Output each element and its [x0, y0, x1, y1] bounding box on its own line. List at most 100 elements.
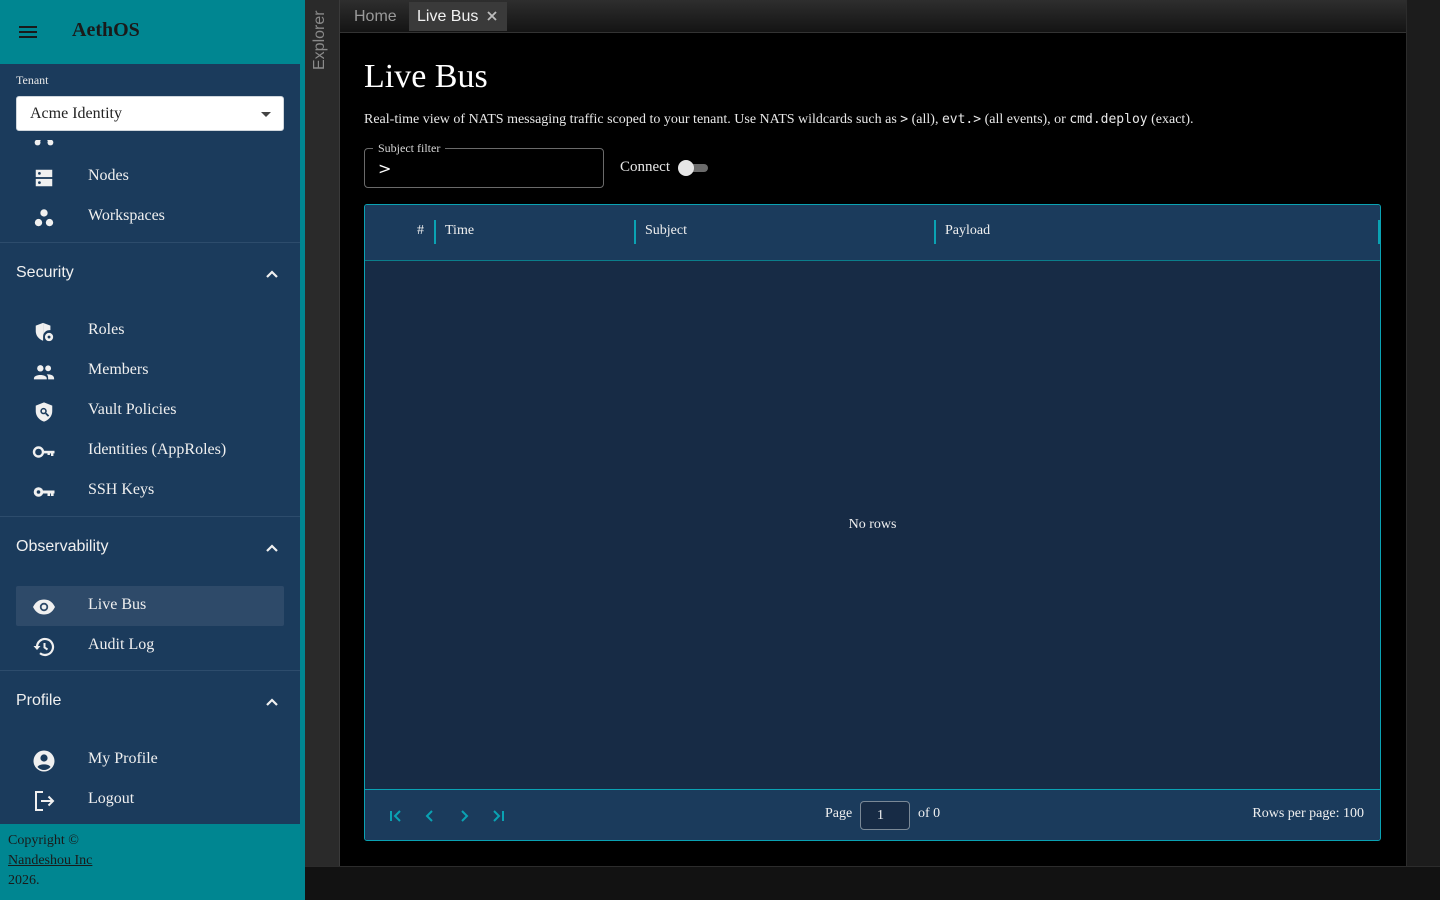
description-text: (exact).: [1147, 112, 1194, 127]
column-header-time[interactable]: Time: [445, 223, 474, 239]
section-observability-toggle[interactable]: Observability: [0, 524, 300, 572]
column-header-index[interactable]: #: [417, 223, 424, 239]
subject-filter-label: Subject filter: [373, 141, 446, 156]
tab-home[interactable]: Home: [346, 2, 408, 31]
history-icon: [32, 635, 56, 659]
column-separator[interactable]: [934, 220, 936, 244]
copyright-year: 2026.: [8, 873, 40, 888]
sidebar-item-my-profile[interactable]: My Profile: [16, 740, 284, 780]
rows-per-page-label[interactable]: Rows per page: 100: [1252, 806, 1364, 822]
sidebar-item-label: Identities (AppRoles): [88, 441, 227, 458]
account-circle-icon: [32, 749, 56, 773]
explorer-toggle[interactable]: Explorer: [305, 0, 340, 866]
divider: [0, 516, 300, 517]
sidebar-item-label: Workspaces: [88, 207, 165, 224]
tab-bar: Home Live Bus: [340, 0, 1406, 33]
bottom-panel-strip: [305, 866, 1440, 900]
section-title: Observability: [16, 538, 109, 555]
company-link[interactable]: Nandeshou Inc: [8, 853, 92, 869]
policy-icon: [32, 400, 56, 424]
sidebar-item-label: Vault Policies: [88, 401, 177, 418]
logout-icon: [32, 789, 56, 813]
divider: [0, 242, 300, 243]
sidebar-nav: Clusters Nodes Workspaces Security: [0, 64, 300, 824]
section-title: Security: [16, 264, 74, 281]
sidebar-item-roles[interactable]: Roles: [16, 311, 284, 351]
sidebar-footer: Copyright © Nandeshou Inc 2026.: [0, 824, 305, 900]
description-text: (all),: [908, 112, 942, 127]
page-label: Page: [825, 806, 853, 821]
workspaces-icon: [32, 206, 56, 230]
sidebar-item-label: Members: [88, 361, 149, 378]
section-security-toggle[interactable]: Security: [0, 250, 300, 298]
tab-label: Home: [354, 7, 397, 25]
explorer-label: Explorer: [311, 10, 328, 70]
sidebar-item-audit-log[interactable]: Audit Log: [16, 626, 284, 666]
column-header-payload[interactable]: Payload: [945, 223, 990, 239]
tenant-value: Acme Identity: [30, 105, 122, 122]
sidebar-item-vault-policies[interactable]: Vault Policies: [16, 391, 284, 431]
subject-filter-input[interactable]: Subject filter >: [364, 141, 604, 188]
pagination-bar: Page of 0 Rows per page: 100: [365, 789, 1380, 840]
description-text: Real-time view of NATS messaging traffic…: [364, 112, 901, 127]
page-number-input[interactable]: [860, 801, 910, 830]
toggle-thumb: [678, 160, 694, 176]
sidebar-item-logout[interactable]: Logout: [16, 780, 284, 820]
page-title: Live Bus: [364, 58, 488, 95]
messages-grid: # Time Subject Payload No rows Page 1 of…: [364, 204, 1381, 841]
sidebar-item-workspaces[interactable]: Workspaces: [16, 197, 284, 237]
copyright-text: Copyright ©: [8, 833, 79, 848]
page-count-label: of 0: [918, 806, 941, 821]
people-icon: [32, 360, 56, 384]
tenant-label: Tenant: [16, 73, 49, 87]
sidebar-item-label: Live Bus: [88, 596, 147, 613]
right-panel-strip: [1406, 0, 1440, 866]
key-icon: [32, 440, 56, 464]
close-icon[interactable]: [485, 9, 499, 23]
sidebar-header: AethOS: [0, 0, 305, 64]
sidebar-item-label: My Profile: [88, 750, 158, 767]
tenant-select[interactable]: Acme Identity: [16, 96, 284, 131]
wildcard-all-code: >: [900, 112, 909, 127]
admin-panel-settings-icon: [32, 320, 56, 344]
next-page-icon[interactable]: [454, 806, 474, 826]
connect-label: Connect: [620, 159, 670, 175]
sidebar-item-label: Audit Log: [88, 636, 155, 653]
divider: [0, 670, 300, 671]
section-title: Profile: [16, 692, 62, 709]
sidebar: AethOS Clusters Nodes Workspaces Securit…: [0, 0, 305, 900]
previous-page-icon[interactable]: [420, 806, 440, 826]
column-separator[interactable]: [634, 220, 636, 244]
column-separator[interactable]: [1378, 220, 1380, 244]
empty-state-text: No rows: [848, 517, 897, 532]
chevron-up-icon: [262, 264, 282, 284]
eye-icon: [32, 595, 56, 619]
workspace: Home Live Bus Live Bus Real-time view of…: [340, 0, 1406, 866]
tab-label: Live Bus: [417, 7, 479, 25]
last-page-icon[interactable]: [488, 806, 508, 826]
description-text: (all events), or: [981, 112, 1070, 127]
section-profile-toggle[interactable]: Profile: [0, 678, 300, 726]
page-description: Real-time view of NATS messaging traffic…: [364, 112, 1193, 128]
vpn-key-icon: [32, 480, 56, 504]
sidebar-item-identities[interactable]: Identities (AppRoles): [16, 431, 284, 471]
sidebar-item-live-bus[interactable]: Live Bus: [16, 586, 284, 626]
wildcard-exact-code: cmd.deploy: [1069, 112, 1148, 127]
menu-icon[interactable]: [14, 18, 42, 46]
chevron-up-icon: [262, 692, 282, 712]
wildcard-events-code: evt.>: [941, 112, 982, 127]
sidebar-item-members[interactable]: Members: [16, 351, 284, 391]
sidebar-item-nodes[interactable]: Nodes: [16, 157, 284, 197]
dns-icon: [32, 166, 56, 190]
subject-filter-value: >: [378, 159, 392, 178]
column-separator[interactable]: [434, 220, 436, 244]
sidebar-item-label: Roles: [88, 321, 125, 338]
tab-live-bus[interactable]: Live Bus: [409, 2, 507, 31]
sidebar-item-label: SSH Keys: [88, 481, 155, 498]
first-page-icon[interactable]: [386, 806, 406, 826]
grid-header: # Time Subject Payload: [365, 205, 1380, 261]
sidebar-item-ssh-keys[interactable]: SSH Keys: [16, 471, 284, 511]
sidebar-item-label: Nodes: [88, 167, 129, 184]
connect-toggle[interactable]: [678, 160, 708, 176]
column-header-subject[interactable]: Subject: [645, 223, 687, 239]
